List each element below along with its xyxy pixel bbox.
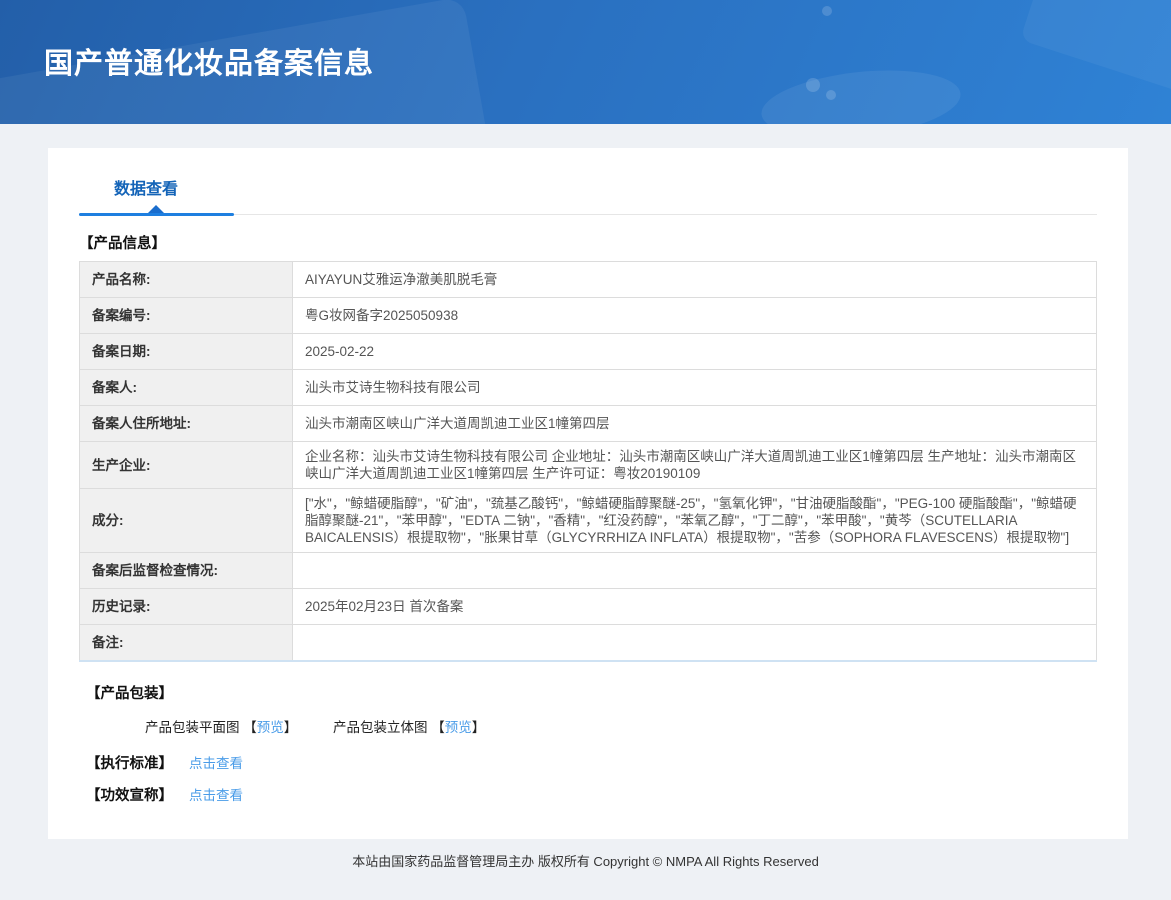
row-value: 汕头市潮南区峡山广洋大道周凯迪工业区1幢第四层 xyxy=(293,406,1097,442)
row-value: 2025年02月23日 首次备案 xyxy=(293,589,1097,625)
table-row: 备注: xyxy=(80,625,1097,661)
table-row: 成分: ["水"，"鲸蜡硬脂醇"，"矿油"，"巯基乙酸钙"，"鲸蜡硬脂醇聚醚-2… xyxy=(80,489,1097,553)
packaging-stereo-preview-link[interactable]: 预览 xyxy=(445,720,472,735)
row-label: 历史记录: xyxy=(80,589,293,625)
header-decoration-corner xyxy=(1020,0,1171,95)
page-header-banner: 国产普通化妆品备案信息 xyxy=(0,0,1171,124)
row-label: 备案人住所地址: xyxy=(80,406,293,442)
row-value: 汕头市艾诗生物科技有限公司 xyxy=(293,370,1097,406)
tab-data-view[interactable]: 数据查看 xyxy=(114,175,178,214)
row-label: 生产企业: xyxy=(80,442,293,489)
row-value xyxy=(293,625,1097,661)
bracket-open: 【 xyxy=(243,720,257,735)
row-value: 企业名称：汕头市艾诗生物科技有限公司 企业地址：汕头市潮南区峡山广洋大道周凯迪工… xyxy=(293,442,1097,489)
bracket-close: 】 xyxy=(284,720,298,735)
row-label: 产品名称: xyxy=(80,262,293,298)
header-decoration-ellipse xyxy=(758,62,964,124)
packaging-flat-label: 产品包装平面图 xyxy=(145,720,240,735)
product-info-section-title: 【产品信息】 xyxy=(79,232,1128,253)
packaging-links-row: 产品包装平面图 【预览】 产品包装立体图 【预览】 xyxy=(145,716,1128,736)
row-label: 备案日期: xyxy=(80,334,293,370)
claims-section-title: 【功效宣称】 xyxy=(86,788,173,804)
packaging-stereo-label: 产品包装立体图 xyxy=(333,720,428,735)
row-value xyxy=(293,553,1097,589)
row-label: 成分: xyxy=(80,489,293,553)
bracket-close: 】 xyxy=(472,720,486,735)
row-value: AIYAYUN艾雅运净澈美肌脱毛膏 xyxy=(293,262,1097,298)
row-value: ["水"，"鲸蜡硬脂醇"，"矿油"，"巯基乙酸钙"，"鲸蜡硬脂醇聚醚-25"，"… xyxy=(293,489,1097,553)
table-row: 备案编号: 粤G妆网备字2025050938 xyxy=(80,298,1097,334)
table-row: 产品名称: AIYAYUN艾雅运净澈美肌脱毛膏 xyxy=(80,262,1097,298)
row-value: 粤G妆网备字2025050938 xyxy=(293,298,1097,334)
row-value: 2025-02-22 xyxy=(293,334,1097,370)
tab-bar: 数据查看 xyxy=(79,148,1097,215)
row-label: 备案人: xyxy=(80,370,293,406)
header-decoration-dot xyxy=(822,6,832,16)
table-row: 历史记录: 2025年02月23日 首次备案 xyxy=(80,589,1097,625)
claims-row: 【功效宣称】 点击查看 xyxy=(86,784,1128,805)
header-decoration-dot xyxy=(826,90,836,100)
table-row: 生产企业: 企业名称：汕头市艾诗生物科技有限公司 企业地址：汕头市潮南区峡山广洋… xyxy=(80,442,1097,489)
table-row: 备案后监督检查情况: xyxy=(80,553,1097,589)
packaging-section-title: 【产品包装】 xyxy=(86,682,1128,703)
header-decoration-dot xyxy=(806,78,820,92)
row-label: 备案后监督检查情况: xyxy=(80,553,293,589)
standard-view-link[interactable]: 点击查看 xyxy=(189,756,243,771)
tab-active-caret-icon xyxy=(148,205,164,213)
table-row: 备案日期: 2025-02-22 xyxy=(80,334,1097,370)
bracket-open: 【 xyxy=(431,720,445,735)
packaging-flat-preview-link[interactable]: 预览 xyxy=(257,720,284,735)
table-row: 备案人住所地址: 汕头市潮南区峡山广洋大道周凯迪工业区1幢第四层 xyxy=(80,406,1097,442)
row-label: 备案编号: xyxy=(80,298,293,334)
table-row: 备案人: 汕头市艾诗生物科技有限公司 xyxy=(80,370,1097,406)
row-label: 备注: xyxy=(80,625,293,661)
content-card: 数据查看 【产品信息】 产品名称: AIYAYUN艾雅运净澈美肌脱毛膏 备案编号… xyxy=(48,148,1128,839)
claims-view-link[interactable]: 点击查看 xyxy=(189,788,243,803)
standard-row: 【执行标准】 点击查看 xyxy=(86,752,1128,773)
standard-section-title: 【执行标准】 xyxy=(86,756,173,772)
tab-active-underline xyxy=(79,213,234,216)
page-title: 国产普通化妆品备案信息 xyxy=(44,40,374,82)
footer-copyright: 本站由国家药品监督管理局主办 版权所有 Copyright © NMPA All… xyxy=(0,847,1171,900)
product-info-table: 产品名称: AIYAYUN艾雅运净澈美肌脱毛膏 备案编号: 粤G妆网备字2025… xyxy=(79,261,1097,662)
